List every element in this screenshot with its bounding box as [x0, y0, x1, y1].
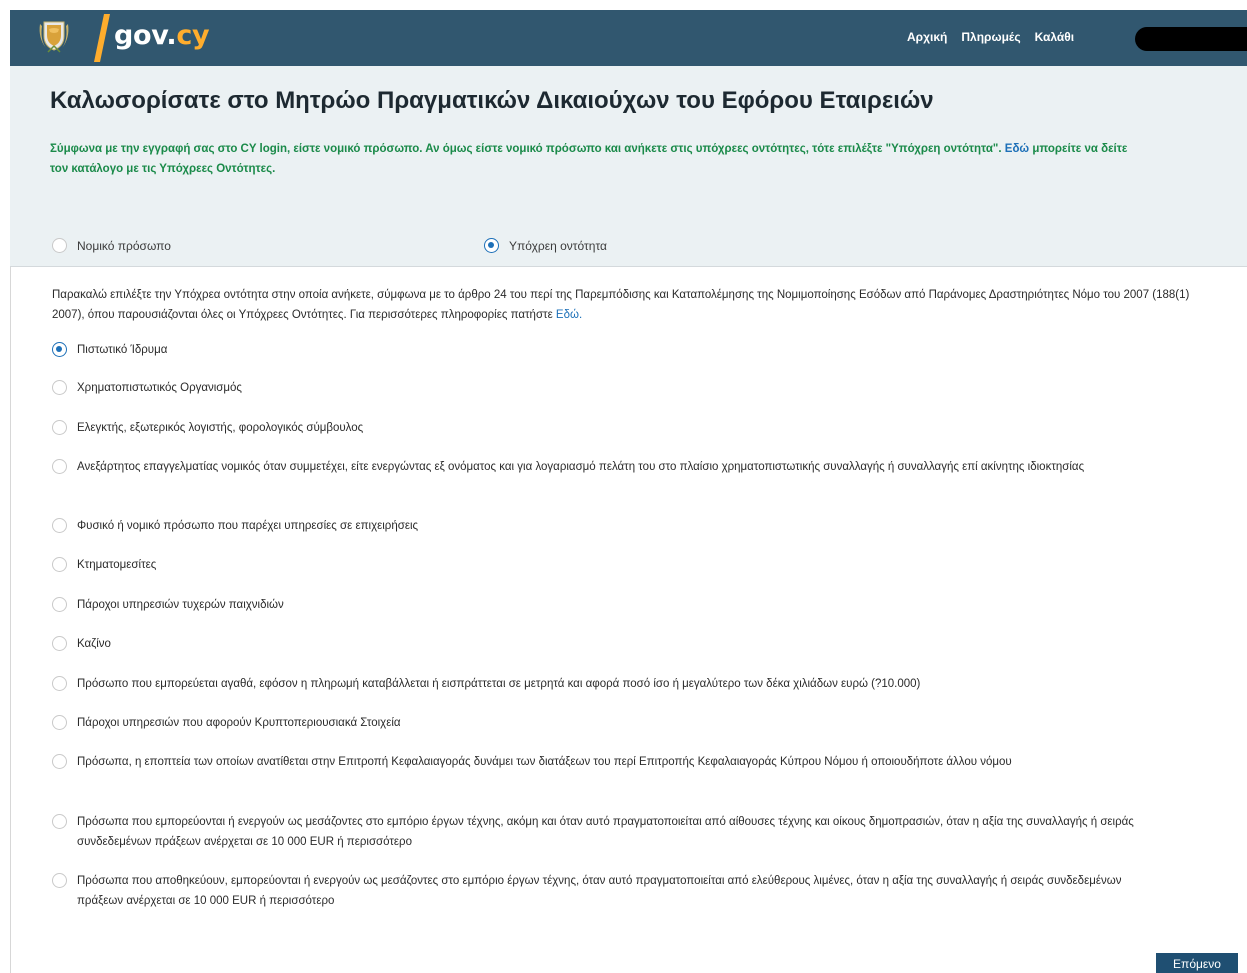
radio-button[interactable]	[52, 754, 67, 769]
radio-label: Νομικό πρόσωπο	[77, 238, 171, 253]
option-label: Καζίνο	[77, 638, 111, 650]
radio-button[interactable]	[52, 715, 67, 730]
obliged-option-independent-legal-professional[interactable]: Ανεξάρτητος επαγγελματίας νομικός όταν σ…	[52, 457, 1132, 477]
radio-button[interactable]	[484, 238, 499, 253]
govcy-logo[interactable]: gov.cy	[114, 20, 210, 52]
radio-button[interactable]	[52, 342, 67, 357]
site-header: gov.cy Αρχική Πληρωμές Καλάθι	[10, 10, 1247, 66]
radio-button[interactable]	[52, 557, 67, 572]
intro-here-link[interactable]: Εδώ	[1005, 143, 1029, 155]
radio-button[interactable]	[52, 597, 67, 612]
radio-button[interactable]	[52, 459, 67, 474]
radio-button[interactable]	[52, 238, 67, 253]
obliged-option-estate-agents[interactable]: Κτηματομεσίτες	[52, 555, 156, 575]
obliged-option-cysec-supervised[interactable]: Πρόσωπα, η εποπτεία των οποίων ανατίθετα…	[52, 752, 1152, 772]
option-label: Φυσικό ή νομικό πρόσωπο που παρέχει υπηρ…	[77, 520, 419, 532]
intro-text: Σύμφωνα με την εγγραφή σας στο CY login,…	[50, 139, 1130, 179]
option-label: Πιστωτικό Ίδρυμα	[77, 344, 168, 356]
option-label: Πρόσωπο που εμπορεύεται αγαθά, εφόσον η …	[77, 678, 921, 690]
option-label: Ανεξάρτητος επαγγελματίας νομικός όταν σ…	[77, 461, 1085, 473]
radio-button[interactable]	[52, 873, 67, 888]
option-label: Πάροχοι υπηρεσιών που αφορούν Κρυπτοπερι…	[77, 717, 401, 729]
obliged-option-crypto-asset-providers[interactable]: Πάροχοι υπηρεσιών που αφορούν Κρυπτοπερι…	[52, 713, 401, 733]
logo-name: gov.	[114, 20, 177, 51]
radio-button[interactable]	[52, 814, 67, 829]
option-label: Πρόσωπα, η εποπτεία των οποίων ανατίθετα…	[77, 756, 1012, 768]
nav-payments-link[interactable]: Πληρωμές	[961, 30, 1020, 44]
obliged-option-art-traders[interactable]: Πρόσωπα που εμπορεύονται ή ενεργούν ως μ…	[52, 812, 1182, 852]
page-title: Καλωσορίσατε στο Μητρώο Πραγματικών Δικα…	[50, 87, 934, 114]
radio-button[interactable]	[52, 380, 67, 395]
obliged-option-freeport-art-traders[interactable]: Πρόσωπα που αποθηκεύουν, εμπορεύονται ή …	[52, 871, 1142, 911]
logo-divider-slash	[94, 14, 110, 62]
intro-main-text: Σύμφωνα με την εγγραφή σας στο CY login,…	[50, 143, 1002, 155]
radio-button[interactable]	[52, 636, 67, 651]
entity-radio-obliged-entity[interactable]: Υπόχρεη οντότητα	[484, 238, 607, 253]
radio-button[interactable]	[52, 676, 67, 691]
option-label: Πάροχοι υπηρεσιών τυχερών παιχνιδιών	[77, 599, 284, 611]
obliged-option-gambling-providers[interactable]: Πάροχοι υπηρεσιών τυχερών παιχνιδιών	[52, 595, 284, 615]
obliged-option-goods-traders[interactable]: Πρόσωπο που εμπορεύεται αγαθά, εφόσον η …	[52, 674, 1152, 694]
radio-label: Υπόχρεη οντότητα	[509, 238, 607, 253]
instruction-text: Παρακαλώ επιλέξτε την Υπόχρεα οντότητα σ…	[52, 285, 1212, 325]
obliged-option-financial-organisation[interactable]: Χρηματοπιστωτικός Οργανισμός	[52, 378, 242, 398]
option-label: Κτηματομεσίτες	[77, 559, 157, 571]
next-button[interactable]: Επόμενο	[1156, 953, 1238, 973]
instruction-main-text: Παρακαλώ επιλέξτε την Υπόχρεα οντότητα σ…	[52, 289, 1190, 321]
nav-home-link[interactable]: Αρχική	[907, 30, 947, 44]
page: gov.cy Αρχική Πληρωμές Καλάθι Καλωσορίσατε…	[0, 0, 1247, 973]
option-label: Ελεγκτής, εξωτερικός λογιστής, φορολογικ…	[77, 422, 364, 434]
nav-cart-link[interactable]: Καλάθι	[1035, 30, 1075, 44]
option-label: Πρόσωπα που αποθηκεύουν, εμπορεύονται ή …	[77, 875, 1122, 907]
entity-radio-legal-person[interactable]: Νομικό πρόσωπο	[52, 238, 171, 253]
obliged-option-casino[interactable]: Καζίνο	[52, 634, 111, 654]
option-label: Χρηματοπιστωτικός Οργανισμός	[77, 382, 242, 394]
radio-button[interactable]	[52, 518, 67, 533]
redacted-user-area	[1135, 27, 1247, 51]
logo-tld: cy	[176, 20, 210, 51]
option-label: Πρόσωπα που εμπορεύονται ή ενεργούν ως μ…	[77, 816, 1134, 848]
header-nav: Αρχική Πληρωμές Καλάθι	[907, 30, 1088, 44]
radio-button[interactable]	[52, 420, 67, 435]
obliged-option-credit-institution[interactable]: Πιστωτικό Ίδρυμα	[52, 340, 167, 360]
obliged-option-auditor[interactable]: Ελεγκτής, εξωτερικός λογιστής, φορολογικ…	[52, 418, 363, 438]
obliged-option-business-services-provider[interactable]: Φυσικό ή νομικό πρόσωπο που παρέχει υπηρ…	[52, 516, 418, 536]
welcome-panel: Καλωσορίσατε στο Μητρώο Πραγματικών Δικα…	[10, 66, 1247, 267]
cyprus-emblem-icon[interactable]	[34, 16, 74, 56]
instruction-here-link[interactable]: Εδώ.	[556, 309, 582, 321]
